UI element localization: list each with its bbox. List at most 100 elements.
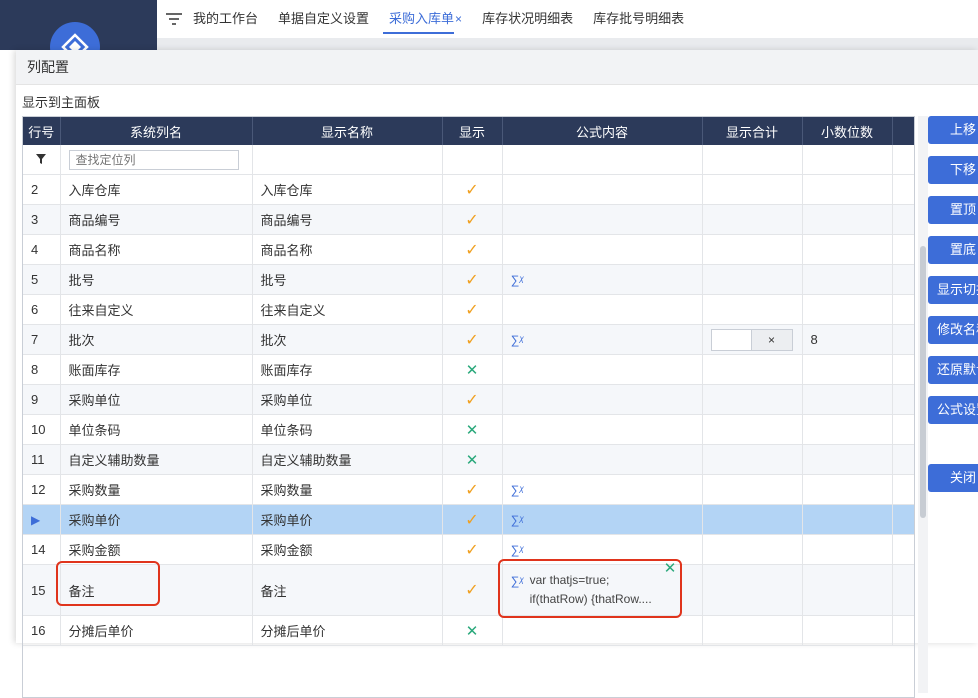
show-cell[interactable]: ✕ xyxy=(442,615,503,646)
formula-settings-button[interactable]: 公式设置 xyxy=(928,396,978,424)
display-name-cell[interactable]: 商品名称 xyxy=(252,234,443,265)
show-cell[interactable]: ✕ xyxy=(442,444,503,475)
check-icon[interactable]: ✓ xyxy=(465,512,478,529)
show-total-cell[interactable] xyxy=(702,444,803,475)
formula-icon[interactable]: ∑ᵡ xyxy=(511,543,524,557)
move-top-button[interactable]: 置顶 xyxy=(928,196,978,224)
show-cell[interactable]: ✓ xyxy=(442,564,503,616)
show-total-cell[interactable] xyxy=(702,384,803,415)
show-cell[interactable]: ✓ xyxy=(442,474,503,505)
show-cell[interactable]: ✓ xyxy=(442,294,503,325)
cross-icon[interactable]: ✕ xyxy=(466,362,479,379)
formula-cell[interactable] xyxy=(502,444,703,475)
check-icon[interactable]: ✓ xyxy=(465,482,478,499)
show-total-cell[interactable] xyxy=(702,615,803,646)
check-icon[interactable]: ✓ xyxy=(465,242,478,259)
table-row[interactable]: 11 自定义辅助数量 自定义辅助数量 ✕ xyxy=(23,444,914,475)
grid-scrollbar[interactable] xyxy=(918,116,928,693)
decimals-cell[interactable] xyxy=(802,384,893,415)
table-row[interactable]: 12 采购数量 采购数量 ✓ ∑ᵡ xyxy=(23,474,914,505)
formula-cell[interactable] xyxy=(502,204,703,235)
move-down-button[interactable]: 下移 xyxy=(928,156,978,184)
display-name-cell[interactable]: 往来自定义 xyxy=(252,294,443,325)
show-total-cell[interactable] xyxy=(702,474,803,505)
show-cell[interactable]: ✓ xyxy=(442,534,503,565)
decimals-cell[interactable] xyxy=(802,234,893,265)
toggle-on-segment[interactable] xyxy=(711,329,751,350)
decimals-cell[interactable] xyxy=(802,534,893,565)
show-total-cell[interactable] xyxy=(702,294,803,325)
decimals-cell[interactable]: 8 xyxy=(802,324,893,355)
decimals-cell[interactable] xyxy=(802,174,893,205)
show-cell[interactable]: ✓ xyxy=(442,324,503,355)
formula-cell[interactable]: ∑ᵡ xyxy=(502,324,703,355)
check-icon[interactable]: ✓ xyxy=(465,582,478,599)
formula-icon[interactable]: ∑ᵡ xyxy=(511,333,524,347)
cross-icon[interactable]: ✕ xyxy=(466,452,479,469)
restore-default-button[interactable]: 还原默认 xyxy=(928,356,978,384)
display-name-cell[interactable]: 批号 xyxy=(252,264,443,295)
check-icon[interactable]: ✓ xyxy=(465,182,478,199)
toggle-off-segment[interactable]: × xyxy=(750,329,792,350)
table-row[interactable]: 16 分摊后单价 分摊后单价 ✕ xyxy=(23,615,914,646)
display-name-cell[interactable]: 采购单位 xyxy=(252,384,443,415)
tab-purchase-receipt[interactable]: 采购入库单× xyxy=(379,0,472,38)
formula-icon[interactable]: ∑ᵡ xyxy=(511,483,524,497)
show-cell[interactable]: ✓ xyxy=(442,384,503,415)
decimals-cell[interactable] xyxy=(802,204,893,235)
formula-cell[interactable] xyxy=(502,384,703,415)
display-name-cell[interactable]: 批次 xyxy=(252,324,443,355)
col-header-formula[interactable]: 公式内容 xyxy=(502,117,703,145)
show-total-cell[interactable]: × xyxy=(702,324,803,355)
display-name-cell[interactable]: 单位条码 xyxy=(252,414,443,445)
filter-icon[interactable] xyxy=(36,154,47,164)
toggle-show-button[interactable]: 显示切换 xyxy=(928,276,978,304)
display-name-cell[interactable]: 自定义辅助数量 xyxy=(252,444,443,475)
tab-batch-detail[interactable]: 库存批号明细表 xyxy=(583,0,694,38)
show-cell[interactable]: ✓ xyxy=(442,174,503,205)
rename-button[interactable]: 修改名称 xyxy=(928,316,978,344)
display-name-cell[interactable]: 备注 xyxy=(252,564,443,616)
move-up-button[interactable]: 上移 xyxy=(928,116,978,144)
show-cell[interactable]: ✓ xyxy=(442,204,503,235)
display-name-cell[interactable]: 采购金额 xyxy=(252,534,443,565)
col-header-show[interactable]: 显示 xyxy=(442,117,503,145)
decimals-cell[interactable] xyxy=(802,354,893,385)
tab-doc-settings[interactable]: 单据自定义设置 xyxy=(268,0,379,38)
show-total-cell[interactable] xyxy=(702,564,803,616)
check-icon[interactable]: ✓ xyxy=(465,542,478,559)
close-button[interactable]: 关闭 xyxy=(928,464,978,492)
column-search-input[interactable] xyxy=(68,149,239,170)
decimals-cell[interactable] xyxy=(802,414,893,445)
check-icon[interactable]: ✓ xyxy=(465,302,478,319)
close-icon[interactable]: × xyxy=(455,12,462,26)
col-header-system-name[interactable]: 系统列名 xyxy=(60,117,253,145)
show-total-cell[interactable] xyxy=(702,414,803,445)
show-total-cell[interactable] xyxy=(702,234,803,265)
table-row[interactable]: 5 批号 批号 ✓ ∑ᵡ xyxy=(23,264,914,295)
menu-filter-icon[interactable] xyxy=(165,12,183,26)
decimals-cell[interactable] xyxy=(802,564,893,616)
cross-icon[interactable]: ✕ xyxy=(466,623,479,640)
table-row[interactable]: 6 往来自定义 往来自定义 ✓ xyxy=(23,294,914,325)
check-icon[interactable]: ✓ xyxy=(465,212,478,229)
table-row[interactable]: 7 批次 批次 ✓ ∑ᵡ × 8 xyxy=(23,324,914,355)
table-row[interactable]: 8 账面库存 账面库存 ✕ xyxy=(23,354,914,385)
display-name-cell[interactable]: 商品编号 xyxy=(252,204,443,235)
col-header-decimals[interactable]: 小数位数 xyxy=(802,117,893,145)
show-cell[interactable]: ✕ xyxy=(442,354,503,385)
col-header-row-no[interactable]: 行号 xyxy=(23,117,61,145)
show-total-cell[interactable] xyxy=(702,504,803,535)
show-cell[interactable]: ✕ xyxy=(442,414,503,445)
check-icon[interactable]: ✓ xyxy=(465,392,478,409)
display-name-cell[interactable]: 分摊后单价 xyxy=(252,615,443,646)
show-cell[interactable]: ✓ xyxy=(442,234,503,265)
formula-cell[interactable] xyxy=(502,234,703,265)
display-name-cell[interactable]: 入库仓库 xyxy=(252,174,443,205)
tab-stock-detail[interactable]: 库存状况明细表 xyxy=(472,0,583,38)
table-row[interactable]: 2 入库仓库 入库仓库 ✓ xyxy=(23,174,914,205)
display-name-cell[interactable]: 采购单价 xyxy=(252,504,443,535)
decimals-cell[interactable] xyxy=(802,615,893,646)
show-cell[interactable]: ✓ xyxy=(442,504,503,535)
col-header-show-total[interactable]: 显示合计 xyxy=(702,117,803,145)
